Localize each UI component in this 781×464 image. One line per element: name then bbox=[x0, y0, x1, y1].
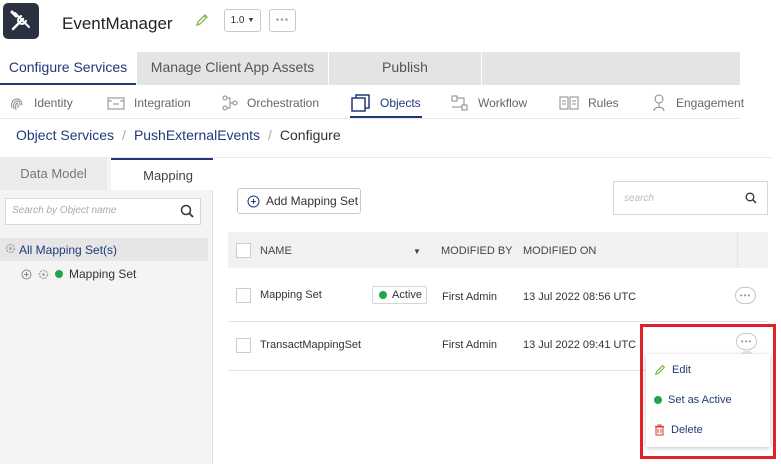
status-badge: Active bbox=[372, 286, 427, 304]
service-integration[interactable]: Integration bbox=[106, 92, 191, 114]
tab-manage-client-app-assets[interactable]: Manage Client App Assets bbox=[137, 52, 328, 85]
service-label: Integration bbox=[134, 96, 191, 110]
pencil-icon[interactable] bbox=[195, 13, 209, 30]
row-more-button[interactable]: ••• bbox=[735, 287, 756, 304]
search-icon[interactable] bbox=[180, 204, 194, 221]
version-select[interactable]: 1.0 ▼ bbox=[224, 9, 261, 32]
objects-icon bbox=[351, 94, 370, 112]
service-label: Identity bbox=[34, 96, 73, 110]
menu-item-edit[interactable]: Edit bbox=[654, 364, 691, 376]
app-logo bbox=[3, 3, 39, 39]
caret-down-icon: ▼ bbox=[247, 17, 255, 24]
service-label: Rules bbox=[588, 96, 619, 110]
service-engagement[interactable]: Engagement bbox=[650, 92, 744, 114]
integration-icon bbox=[107, 97, 125, 110]
status-badge-label: Active bbox=[392, 289, 422, 301]
fingerprint-icon bbox=[11, 98, 23, 111]
divider bbox=[228, 321, 768, 322]
service-objects[interactable]: Objects bbox=[350, 92, 421, 114]
breadcrumb-push-external-events[interactable]: PushExternalEvents bbox=[134, 127, 260, 143]
tree-root-label: All Mapping Set(s) bbox=[19, 243, 118, 257]
breadcrumb-object-services[interactable]: Object Services bbox=[16, 127, 114, 143]
tree-item-mapping-set[interactable]: Mapping Set bbox=[21, 267, 136, 281]
divider bbox=[0, 118, 740, 119]
search-icon[interactable] bbox=[745, 192, 757, 207]
row-modified-by: First Admin bbox=[442, 291, 498, 303]
service-identity[interactable]: Identity bbox=[8, 92, 73, 114]
service-workflow[interactable]: Workflow bbox=[450, 92, 527, 114]
menu-item-label: Delete bbox=[671, 424, 703, 436]
row-checkbox[interactable] bbox=[236, 338, 251, 353]
service-rules[interactable]: Rules bbox=[558, 92, 619, 114]
sort-down-icon[interactable]: ▼ bbox=[413, 247, 421, 256]
menu-item-set-active[interactable]: Set as Active bbox=[654, 394, 732, 406]
workflow-icon bbox=[451, 95, 468, 111]
select-all-checkbox[interactable] bbox=[236, 243, 251, 258]
row-modified-on: 13 Jul 2022 09:41 UTC bbox=[523, 339, 637, 351]
row-modified-on: 13 Jul 2022 08:56 UTC bbox=[523, 291, 637, 303]
menu-item-label: Edit bbox=[672, 364, 691, 376]
object-search-placeholder: Search by Object name bbox=[12, 205, 117, 216]
engagement-icon bbox=[653, 94, 665, 112]
breadcrumb: Object Services / PushExternalEvents / C… bbox=[16, 127, 341, 143]
add-circle-icon bbox=[247, 195, 260, 207]
row-name[interactable]: Mapping Set bbox=[260, 289, 322, 301]
gear-icon bbox=[5, 243, 16, 257]
active-status-dot bbox=[654, 396, 662, 404]
tab-mapping[interactable]: Mapping bbox=[111, 158, 213, 190]
app-name: EventManager bbox=[62, 14, 173, 33]
active-status-dot bbox=[55, 270, 63, 278]
service-orchestration[interactable]: Orchestration bbox=[221, 92, 319, 114]
orchestration-icon bbox=[222, 95, 238, 111]
trash-icon bbox=[655, 424, 664, 436]
column-modified-by[interactable]: MODIFIED BY bbox=[441, 245, 513, 257]
mapping-search-placeholder: search bbox=[624, 193, 655, 204]
column-modified-on[interactable]: MODIFIED ON bbox=[523, 245, 596, 257]
service-label: Workflow bbox=[478, 96, 528, 110]
column-name[interactable]: NAME bbox=[260, 245, 292, 257]
row-modified-by: First Admin bbox=[442, 339, 498, 351]
row-checkbox[interactable] bbox=[236, 288, 251, 303]
top-tab-bar: Configure Services Manage Client App Ass… bbox=[0, 52, 740, 85]
tools-icon bbox=[10, 10, 30, 31]
divider bbox=[737, 232, 738, 268]
active-status-dot bbox=[379, 291, 387, 299]
tab-data-model[interactable]: Data Model bbox=[0, 158, 107, 190]
row-name[interactable]: TransactMappingSet bbox=[260, 339, 361, 351]
menu-item-delete[interactable]: Delete bbox=[654, 424, 703, 436]
breadcrumb-separator: / bbox=[268, 127, 272, 143]
pencil-icon bbox=[654, 364, 666, 376]
tree-item-label: Mapping Set bbox=[69, 267, 137, 281]
add-mapping-set-button[interactable]: Add Mapping Set bbox=[237, 188, 361, 214]
version-value: 1.0 bbox=[230, 15, 245, 26]
rules-icon bbox=[559, 96, 579, 110]
breadcrumb-current: Configure bbox=[279, 127, 341, 143]
add-mapping-set-label: Add Mapping Set bbox=[266, 194, 359, 208]
more-options-button[interactable]: ••• bbox=[269, 9, 296, 32]
breadcrumb-separator: / bbox=[122, 127, 126, 143]
menu-item-label: Set as Active bbox=[668, 394, 732, 406]
tab-publish[interactable]: Publish bbox=[329, 52, 481, 85]
gear-icon bbox=[38, 269, 49, 279]
service-label: Engagement bbox=[676, 96, 745, 110]
service-label: Objects bbox=[380, 96, 421, 110]
expand-plus-icon bbox=[21, 269, 32, 279]
tab-configure-services[interactable]: Configure Services bbox=[0, 52, 136, 85]
service-label: Orchestration bbox=[247, 96, 320, 110]
